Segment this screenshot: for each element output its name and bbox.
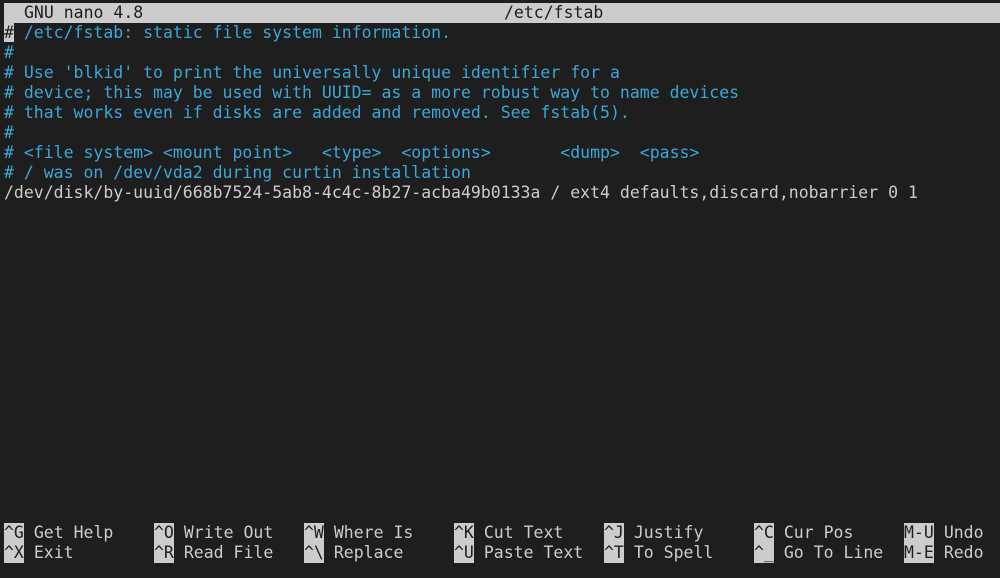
shortcut-key: ^T xyxy=(604,543,624,563)
line-text: /dev/disk/by-uuid/668b7524-5ab8-4c4c-8b2… xyxy=(4,183,918,202)
shortcut-where-is[interactable]: ^W Where Is xyxy=(304,523,454,543)
shortcut-label: Get Help xyxy=(33,523,114,542)
shortcut-key: ^O xyxy=(154,523,174,543)
line-text: # device; this may be used with UUID= as… xyxy=(4,83,740,102)
shortcut-cur-pos[interactable]: ^C Cur Pos xyxy=(754,523,904,543)
shortcut-key: ^W xyxy=(304,523,324,543)
shortcut-label: Justify xyxy=(633,523,704,542)
shortcut-to-spell[interactable]: ^T To Spell xyxy=(604,543,754,563)
editor-area[interactable]: # /etc/fstab: static file system informa… xyxy=(4,23,1000,203)
shortcut-paste-text[interactable]: ^U Paste Text xyxy=(454,543,604,563)
shortcut-go-to-line[interactable]: ^_ Go To Line xyxy=(754,543,904,563)
file-name: /etc/fstab xyxy=(504,3,604,22)
shortcut-column: ^K Cut Text ^U Paste Text xyxy=(454,523,604,563)
shortcut-column: ^W Where Is ^\ Replace xyxy=(304,523,454,563)
shortcut-justify[interactable]: ^J Justify xyxy=(604,523,754,543)
text-cursor: # xyxy=(4,23,14,42)
title-bar: GNU nano 4.8 /etc/fstab xyxy=(4,3,1000,23)
shortcut-exit[interactable]: ^X Exit xyxy=(4,543,154,563)
editor-line[interactable]: # xyxy=(4,123,1000,143)
shortcut-column: M-U Undo M-E Redo xyxy=(904,523,1000,563)
line-text: /etc/fstab: static file system informati… xyxy=(13,23,452,42)
line-text: # xyxy=(4,43,14,62)
editor-line[interactable]: # device; this may be used with UUID= as… xyxy=(4,83,1000,103)
shortcut-cut-text[interactable]: ^K Cut Text xyxy=(454,523,604,543)
line-text: # xyxy=(4,123,14,142)
editor-line[interactable]: # that works even if disks are added and… xyxy=(4,103,1000,123)
line-text: # / was on /dev/vda2 during curtin insta… xyxy=(4,163,471,182)
shortcut-get-help[interactable]: ^G Get Help xyxy=(4,523,154,543)
shortcut-column: ^G Get Help ^X Exit xyxy=(4,523,154,563)
shortcut-label: Paste Text xyxy=(483,543,584,562)
shortcut-label: Cur Pos xyxy=(783,523,854,542)
shortcut-key: M-E xyxy=(904,543,934,563)
shortcut-replace[interactable]: ^\ Replace xyxy=(304,543,454,563)
shortcut-key: M-U xyxy=(904,523,934,543)
line-text: # that works even if disks are added and… xyxy=(4,103,630,122)
shortcut-bar: ^G Get Help ^X Exit ^O Write Out ^R Read Fil… xyxy=(4,523,1000,563)
shortcut-key: ^J xyxy=(604,523,624,543)
shortcut-write-out[interactable]: ^O Write Out xyxy=(154,523,304,543)
editor-line[interactable]: # <file system> <mount point> <type> <op… xyxy=(4,143,1000,163)
shortcut-label: Where Is xyxy=(333,523,414,542)
shortcut-key: ^X xyxy=(4,543,24,563)
shortcut-label: Write Out xyxy=(183,523,274,542)
shortcut-key: ^G xyxy=(4,523,24,543)
shortcut-redo[interactable]: M-E Redo xyxy=(904,543,1000,563)
shortcut-key: ^R xyxy=(154,543,174,563)
shortcut-label: Read File xyxy=(183,543,274,562)
shortcut-label: Go To Line xyxy=(783,543,884,562)
shortcut-label: Replace xyxy=(333,543,404,562)
line-text: # <file system> <mount point> <type> <op… xyxy=(4,143,700,162)
shortcut-key: ^\ xyxy=(304,543,324,563)
editor-line[interactable]: # / was on /dev/vda2 during curtin insta… xyxy=(4,163,1000,183)
shortcut-key: ^_ xyxy=(754,543,774,563)
shortcut-column: ^J Justify ^T To Spell xyxy=(604,523,754,563)
shortcut-read-file[interactable]: ^R Read File xyxy=(154,543,304,563)
shortcut-label: Exit xyxy=(33,543,74,562)
shortcut-key: ^C xyxy=(754,523,774,543)
shortcut-undo[interactable]: M-U Undo xyxy=(904,523,1000,543)
shortcut-key: ^U xyxy=(454,543,474,563)
editor-line[interactable]: # Use 'blkid' to print the universally u… xyxy=(4,63,1000,83)
shortcut-column: ^C Cur Pos ^_ Go To Line xyxy=(754,523,904,563)
editor-line[interactable]: # /etc/fstab: static file system informa… xyxy=(4,23,1000,43)
shortcut-column: ^O Write Out ^R Read File xyxy=(154,523,304,563)
app-name: GNU nano 4.8 xyxy=(24,3,144,22)
shortcut-label: Redo xyxy=(943,543,984,562)
line-text: # Use 'blkid' to print the universally u… xyxy=(4,63,620,82)
shortcut-label: Undo xyxy=(943,523,984,542)
shortcut-key: ^K xyxy=(454,523,474,543)
shortcut-label: To Spell xyxy=(633,543,714,562)
shortcut-label: Cut Text xyxy=(483,523,564,542)
editor-line[interactable]: # xyxy=(4,43,1000,63)
editor-line[interactable]: /dev/disk/by-uuid/668b7524-5ab8-4c4c-8b2… xyxy=(4,183,1000,203)
